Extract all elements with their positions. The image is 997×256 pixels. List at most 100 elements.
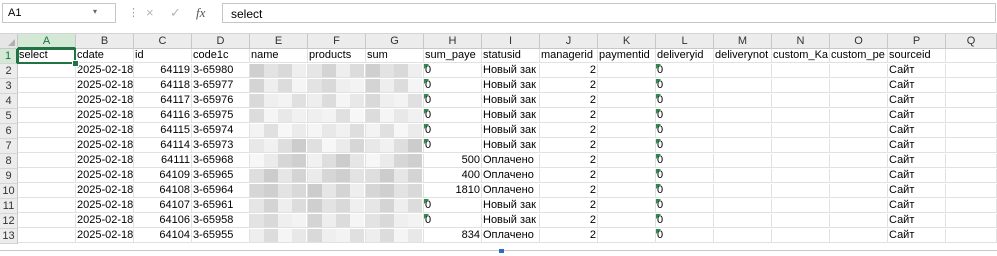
table-cell[interactable]: Сайт bbox=[888, 169, 946, 183]
table-cell[interactable] bbox=[772, 109, 830, 123]
table-cell[interactable] bbox=[772, 214, 830, 228]
table-cell[interactable]: 2 bbox=[540, 214, 598, 228]
table-cell[interactable]: 2 bbox=[540, 184, 598, 198]
table-cell[interactable] bbox=[714, 79, 772, 93]
table-cell[interactable]: Новый зак bbox=[482, 94, 540, 108]
chevron-down-icon[interactable]: ▾ bbox=[93, 7, 97, 16]
table-cell[interactable]: 64118 bbox=[134, 79, 192, 93]
table-cell[interactable]: 2025-02-18 bbox=[76, 169, 134, 183]
cell-header-sourceid[interactable]: sourceid bbox=[888, 49, 946, 63]
select-all-corner[interactable] bbox=[0, 34, 18, 49]
table-cell[interactable]: 2 bbox=[540, 124, 598, 138]
table-cell[interactable]: 2 bbox=[540, 139, 598, 153]
table-cell[interactable]: 64106 bbox=[134, 214, 192, 228]
table-cell[interactable] bbox=[714, 139, 772, 153]
table-cell[interactable]: 0 bbox=[656, 199, 714, 213]
cell-header-deliveryid[interactable]: deliveryid bbox=[656, 49, 714, 63]
table-cell[interactable]: 0 bbox=[424, 64, 482, 78]
table-cell[interactable]: Сайт bbox=[888, 184, 946, 198]
table-cell[interactable] bbox=[772, 154, 830, 168]
table-cell[interactable]: 834 bbox=[424, 229, 482, 243]
table-cell[interactable]: 0 bbox=[656, 79, 714, 93]
table-cell[interactable]: 0 bbox=[656, 214, 714, 228]
table-cell[interactable] bbox=[598, 124, 656, 138]
table-cell[interactable]: 2025-02-18 bbox=[76, 199, 134, 213]
table-cell[interactable] bbox=[18, 154, 76, 168]
table-cell[interactable] bbox=[830, 214, 888, 228]
table-cell[interactable] bbox=[946, 169, 997, 183]
table-cell[interactable] bbox=[18, 169, 76, 183]
cell-header-paymentid[interactable]: paymentid bbox=[598, 49, 656, 63]
cell-header-name[interactable]: name bbox=[250, 49, 308, 63]
table-cell[interactable]: 2025-02-18 bbox=[76, 109, 134, 123]
table-cell[interactable]: 2 bbox=[540, 79, 598, 93]
formula-input[interactable]: select bbox=[222, 3, 996, 23]
table-cell[interactable]: 2 bbox=[540, 64, 598, 78]
table-cell[interactable]: Сайт bbox=[888, 139, 946, 153]
cell-header-managerid[interactable]: managerid bbox=[540, 49, 598, 63]
table-cell[interactable] bbox=[598, 184, 656, 198]
column-header-k[interactable]: K bbox=[598, 34, 656, 49]
table-cell[interactable]: 1810 bbox=[424, 184, 482, 198]
table-cell[interactable] bbox=[946, 154, 997, 168]
cell-header-id[interactable]: id bbox=[134, 49, 192, 63]
column-header-d[interactable]: D bbox=[192, 34, 250, 49]
table-cell[interactable]: 3-65955 bbox=[192, 229, 250, 243]
table-cell[interactable]: Новый зак bbox=[482, 79, 540, 93]
table-cell[interactable] bbox=[830, 124, 888, 138]
table-cell[interactable]: 2025-02-18 bbox=[76, 139, 134, 153]
table-cell[interactable]: 64108 bbox=[134, 184, 192, 198]
table-cell[interactable]: Сайт bbox=[888, 94, 946, 108]
table-cell[interactable]: 2 bbox=[540, 199, 598, 213]
table-cell[interactable]: Новый зак bbox=[482, 199, 540, 213]
table-cell[interactable]: 3-65958 bbox=[192, 214, 250, 228]
table-cell[interactable]: 0 bbox=[424, 79, 482, 93]
fill-handle[interactable] bbox=[72, 60, 79, 67]
table-cell[interactable]: 2 bbox=[540, 169, 598, 183]
table-cell[interactable]: Новый зак bbox=[482, 64, 540, 78]
row-header-8[interactable]: 8 bbox=[0, 154, 18, 169]
column-header-c[interactable]: C bbox=[134, 34, 192, 49]
table-cell[interactable] bbox=[830, 109, 888, 123]
table-cell[interactable]: 2025-02-18 bbox=[76, 94, 134, 108]
table-cell[interactable]: 3-65968 bbox=[192, 154, 250, 168]
cell-header-custom_k[interactable]: custom_Kа bbox=[772, 49, 830, 63]
table-cell[interactable] bbox=[18, 64, 76, 78]
cell-header-code1c[interactable]: code1c bbox=[192, 49, 250, 63]
table-cell[interactable]: 64109 bbox=[134, 169, 192, 183]
row-header-13[interactable]: 13 bbox=[0, 229, 18, 244]
table-cell[interactable]: Новый зак bbox=[482, 109, 540, 123]
column-header-n[interactable]: N bbox=[772, 34, 830, 49]
row-header-12[interactable]: 12 bbox=[0, 214, 18, 229]
column-header-l[interactable]: L bbox=[656, 34, 714, 49]
column-header-j[interactable]: J bbox=[540, 34, 598, 49]
table-cell[interactable] bbox=[830, 169, 888, 183]
table-cell[interactable] bbox=[772, 64, 830, 78]
table-cell[interactable]: 64114 bbox=[134, 139, 192, 153]
table-cell[interactable]: 2025-02-18 bbox=[76, 154, 134, 168]
table-cell[interactable] bbox=[598, 199, 656, 213]
table-cell[interactable]: 3-65977 bbox=[192, 79, 250, 93]
table-cell[interactable] bbox=[946, 199, 997, 213]
table-cell[interactable]: 3-65973 bbox=[192, 139, 250, 153]
row-header-3[interactable]: 3 bbox=[0, 79, 18, 94]
cell-header-cdate[interactable]: cdate bbox=[76, 49, 134, 63]
table-cell[interactable] bbox=[18, 214, 76, 228]
table-cell[interactable]: 3-65976 bbox=[192, 94, 250, 108]
table-cell[interactable] bbox=[598, 229, 656, 243]
table-cell[interactable]: Новый зак bbox=[482, 214, 540, 228]
column-header-q[interactable]: Q bbox=[946, 34, 997, 49]
table-cell[interactable] bbox=[830, 79, 888, 93]
table-cell[interactable] bbox=[772, 184, 830, 198]
table-cell[interactable]: 0 bbox=[424, 94, 482, 108]
table-cell[interactable] bbox=[946, 184, 997, 198]
table-cell[interactable]: 500 bbox=[424, 154, 482, 168]
table-cell[interactable] bbox=[598, 139, 656, 153]
table-cell[interactable]: 64117 bbox=[134, 94, 192, 108]
table-cell[interactable]: 2025-02-18 bbox=[76, 214, 134, 228]
table-cell[interactable]: Сайт bbox=[888, 229, 946, 243]
table-cell[interactable]: Сайт bbox=[888, 109, 946, 123]
table-cell[interactable] bbox=[714, 229, 772, 243]
table-cell[interactable] bbox=[946, 94, 997, 108]
insert-function-icon[interactable]: fx bbox=[196, 5, 205, 21]
